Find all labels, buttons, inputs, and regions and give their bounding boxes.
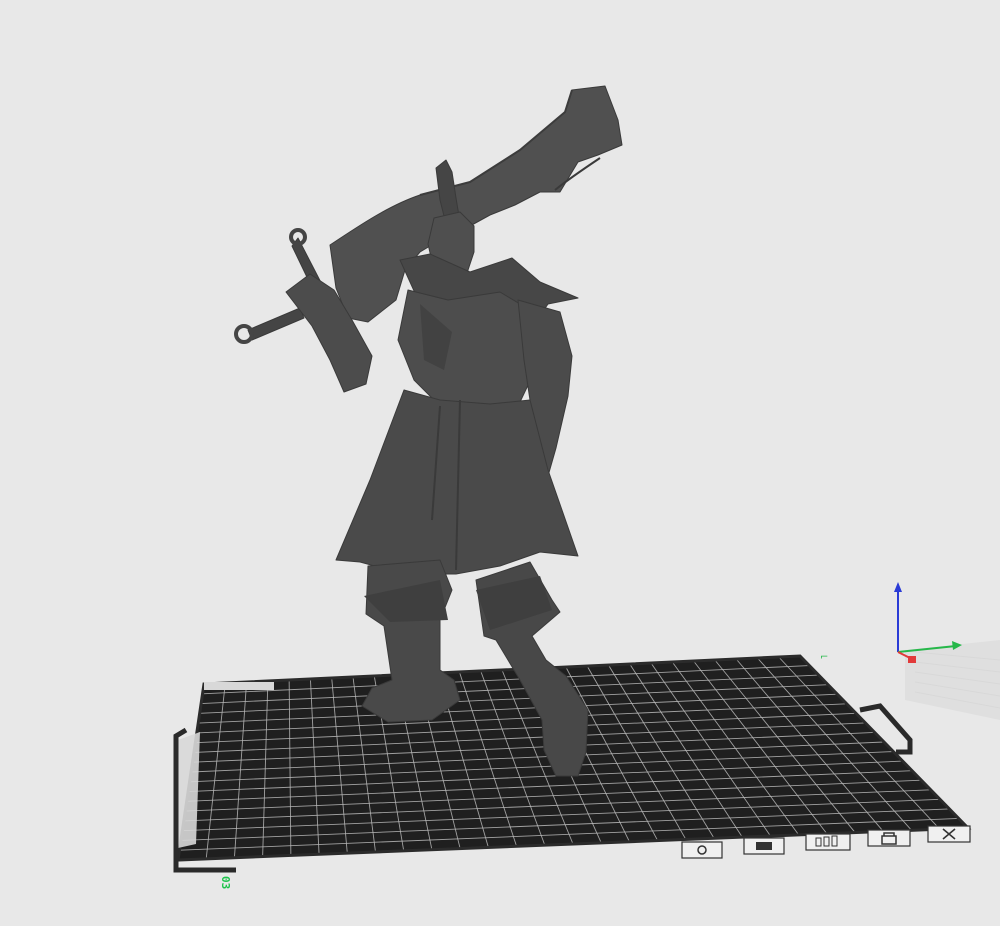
arrange-icon[interactable] xyxy=(743,837,785,855)
y-axis-marker: ⌐ xyxy=(820,652,828,663)
orient-icon[interactable] xyxy=(681,841,723,859)
left-leg xyxy=(361,559,461,723)
close-icon[interactable] xyxy=(927,825,971,843)
scene: 03 ⌐ xyxy=(173,85,1000,889)
layers-icon[interactable] xyxy=(805,833,851,851)
plate-label-strip xyxy=(204,682,274,690)
lock-icon[interactable] xyxy=(867,829,911,847)
3d-viewport[interactable]: 03 ⌐ xyxy=(0,0,1000,926)
plate-number: 03 xyxy=(219,876,232,889)
adjacent-plate xyxy=(905,640,1000,720)
